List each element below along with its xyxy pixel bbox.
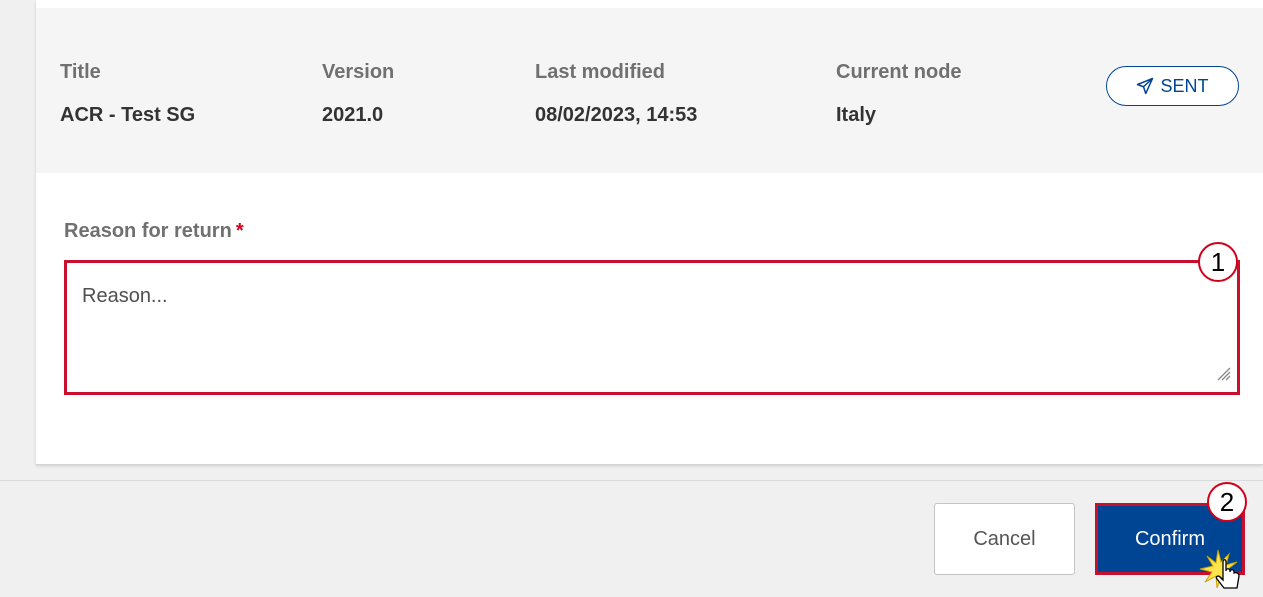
reason-label: Reason for return *	[64, 220, 244, 243]
version-field: Version 2021.0	[322, 60, 394, 127]
title-field: Title ACR - Test SG	[60, 60, 195, 127]
version-label: Version	[322, 61, 395, 83]
footer-divider	[0, 480, 1263, 481]
return-dialog-card: Title ACR - Test SG Version 2021.0 Last …	[36, 0, 1263, 465]
cancel-button[interactable]: Cancel	[934, 503, 1075, 575]
version-value: 2021.0	[322, 104, 384, 126]
status-label: SENT	[1160, 75, 1209, 96]
required-marker: *	[235, 220, 244, 242]
callout-marker-2: 2	[1207, 482, 1247, 522]
hand-cursor-icon	[1196, 548, 1258, 597]
title-label: Title	[60, 61, 101, 83]
resize-grip-icon[interactable]	[1215, 365, 1231, 386]
document-info-header: Title ACR - Test SG Version 2021.0 Last …	[36, 8, 1263, 173]
title-value: ACR - Test SG	[60, 104, 196, 126]
last-modified-label: Last modified	[535, 61, 666, 83]
status-badge: SENT	[1106, 66, 1239, 106]
last-modified-value: 08/02/2023, 14:53	[535, 104, 698, 126]
current-node-label: Current node	[836, 61, 962, 83]
reason-placeholder: Reason...	[82, 285, 168, 307]
current-node-value: Italy	[836, 104, 877, 126]
callout-marker-1: 1	[1198, 242, 1238, 282]
paper-plane-icon	[1136, 77, 1154, 95]
current-node-field: Current node Italy	[836, 60, 962, 127]
reason-textarea[interactable]: Reason...	[64, 260, 1240, 395]
last-modified-field: Last modified 08/02/2023, 14:53	[535, 60, 697, 127]
reason-label-text: Reason for return	[64, 220, 232, 242]
